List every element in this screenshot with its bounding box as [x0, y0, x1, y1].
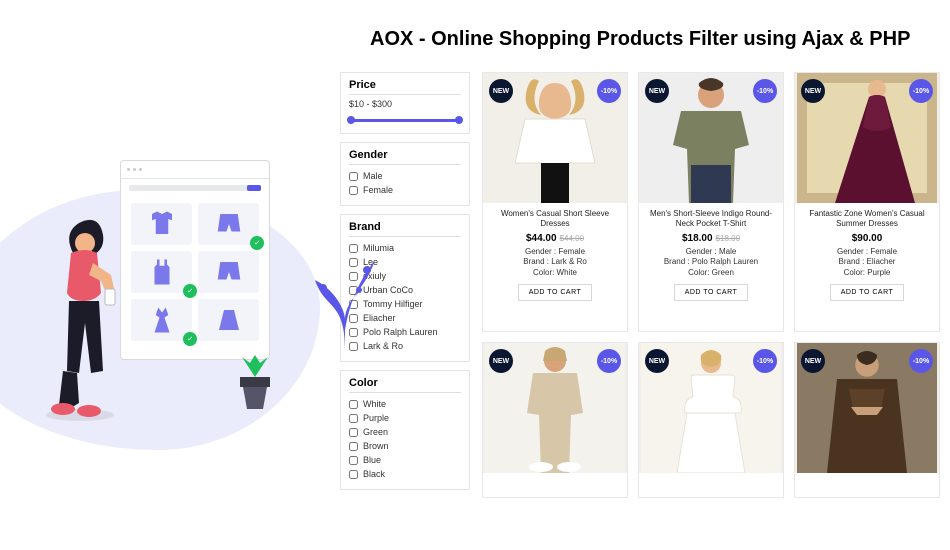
- product-meta: Gender : MaleBrand : Polo Ralph LaurenCo…: [645, 247, 777, 278]
- product-name: Fantastic Zone Women's Casual Summer Dre…: [801, 209, 933, 229]
- check-icon: [183, 332, 197, 346]
- illustration-thumb-shorts2: [198, 251, 259, 293]
- product-card[interactable]: NEW -10%: [482, 342, 628, 498]
- check-icon: [250, 236, 264, 250]
- color-option[interactable]: Green: [349, 425, 461, 439]
- product-card[interactable]: NEW -10% Fantastic Zone Women's Casual S…: [794, 72, 940, 332]
- product-grid: NEW -10% Women's Casual Short Sleeve Dre…: [482, 72, 940, 498]
- add-to-cart-button[interactable]: ADD TO CART: [674, 284, 749, 301]
- product-card[interactable]: NEW -10%: [638, 342, 784, 498]
- product-name: Men's Short-Sleeve Indigo Round-Neck Poc…: [645, 209, 777, 229]
- badge-new: NEW: [489, 349, 513, 373]
- hero-illustration: [60, 160, 340, 460]
- pot-plant-icon: [230, 355, 280, 415]
- add-to-cart-button[interactable]: ADD TO CART: [518, 284, 593, 301]
- product-image: NEW -10%: [639, 343, 783, 473]
- badge-discount: -10%: [753, 79, 777, 103]
- filter-heading-gender: Gender: [349, 149, 461, 165]
- product-meta: Gender : FemaleBrand : EliacherColor: Pu…: [801, 247, 933, 278]
- illustration-thumb-tank: [131, 251, 192, 293]
- filter-heading-price: Price: [349, 79, 461, 95]
- badge-new: NEW: [645, 349, 669, 373]
- illustration-searchbar: [129, 185, 261, 191]
- badge-new: NEW: [801, 349, 825, 373]
- product-card[interactable]: NEW -10% Men's Short-Sleeve Indigo Round…: [638, 72, 784, 332]
- filter-panel-color: Color White Purple Green Brown Blue Blac…: [340, 370, 470, 490]
- check-icon: [183, 284, 197, 298]
- illustration-thumb-dress: [131, 299, 192, 341]
- person-illustration: [35, 215, 125, 425]
- product-image: NEW -10%: [483, 73, 627, 203]
- product-card[interactable]: NEW -10% Women's Casual Short Sleeve Dre…: [482, 72, 628, 332]
- price-range-text: $10 - $300: [349, 99, 461, 109]
- product-image: NEW -10%: [795, 73, 939, 203]
- filter-panel-price: Price $10 - $300: [340, 72, 470, 134]
- illustration-thumb-shorts: [198, 203, 259, 245]
- plant-icon: [305, 220, 385, 360]
- badge-discount: -10%: [753, 349, 777, 373]
- price-slider[interactable]: [349, 115, 461, 125]
- product-price: $90.00: [801, 233, 933, 244]
- illustration-thumb-skirt: [198, 299, 259, 341]
- badge-discount: -10%: [909, 79, 933, 103]
- product-meta: Gender : FemaleBrand : Lark & RoColor: W…: [489, 247, 621, 278]
- product-card[interactable]: NEW -10%: [794, 342, 940, 498]
- badge-discount: -10%: [597, 349, 621, 373]
- filter-heading-color: Color: [349, 377, 461, 393]
- badge-discount: -10%: [597, 79, 621, 103]
- product-price: $44.00$44.00: [489, 233, 621, 244]
- product-image: NEW -10%: [639, 73, 783, 203]
- gender-option-female[interactable]: Female: [349, 183, 461, 197]
- color-option[interactable]: Purple: [349, 411, 461, 425]
- color-option[interactable]: White: [349, 397, 461, 411]
- add-to-cart-button[interactable]: ADD TO CART: [830, 284, 905, 301]
- filter-panel-gender: Gender Male Female: [340, 142, 470, 206]
- illustration-browser: [120, 160, 270, 360]
- shop-app: Price $10 - $300 Gender Male Female Bran…: [340, 72, 940, 498]
- product-price: $18.00$18.00: [645, 233, 777, 244]
- badge-new: NEW: [801, 79, 825, 103]
- badge-new: NEW: [645, 79, 669, 103]
- product-image: NEW -10%: [795, 343, 939, 473]
- badge-new: NEW: [489, 79, 513, 103]
- illustration-thumb-tshirt: [131, 203, 192, 245]
- gender-option-male[interactable]: Male: [349, 169, 461, 183]
- page-title: AOX - Online Shopping Products Filter us…: [370, 28, 910, 51]
- color-option[interactable]: Brown: [349, 439, 461, 453]
- badge-discount: -10%: [909, 349, 933, 373]
- color-option[interactable]: Blue: [349, 453, 461, 467]
- product-name: Women's Casual Short Sleeve Dresses: [489, 209, 621, 229]
- product-image: NEW -10%: [483, 343, 627, 473]
- color-option[interactable]: Black: [349, 467, 461, 481]
